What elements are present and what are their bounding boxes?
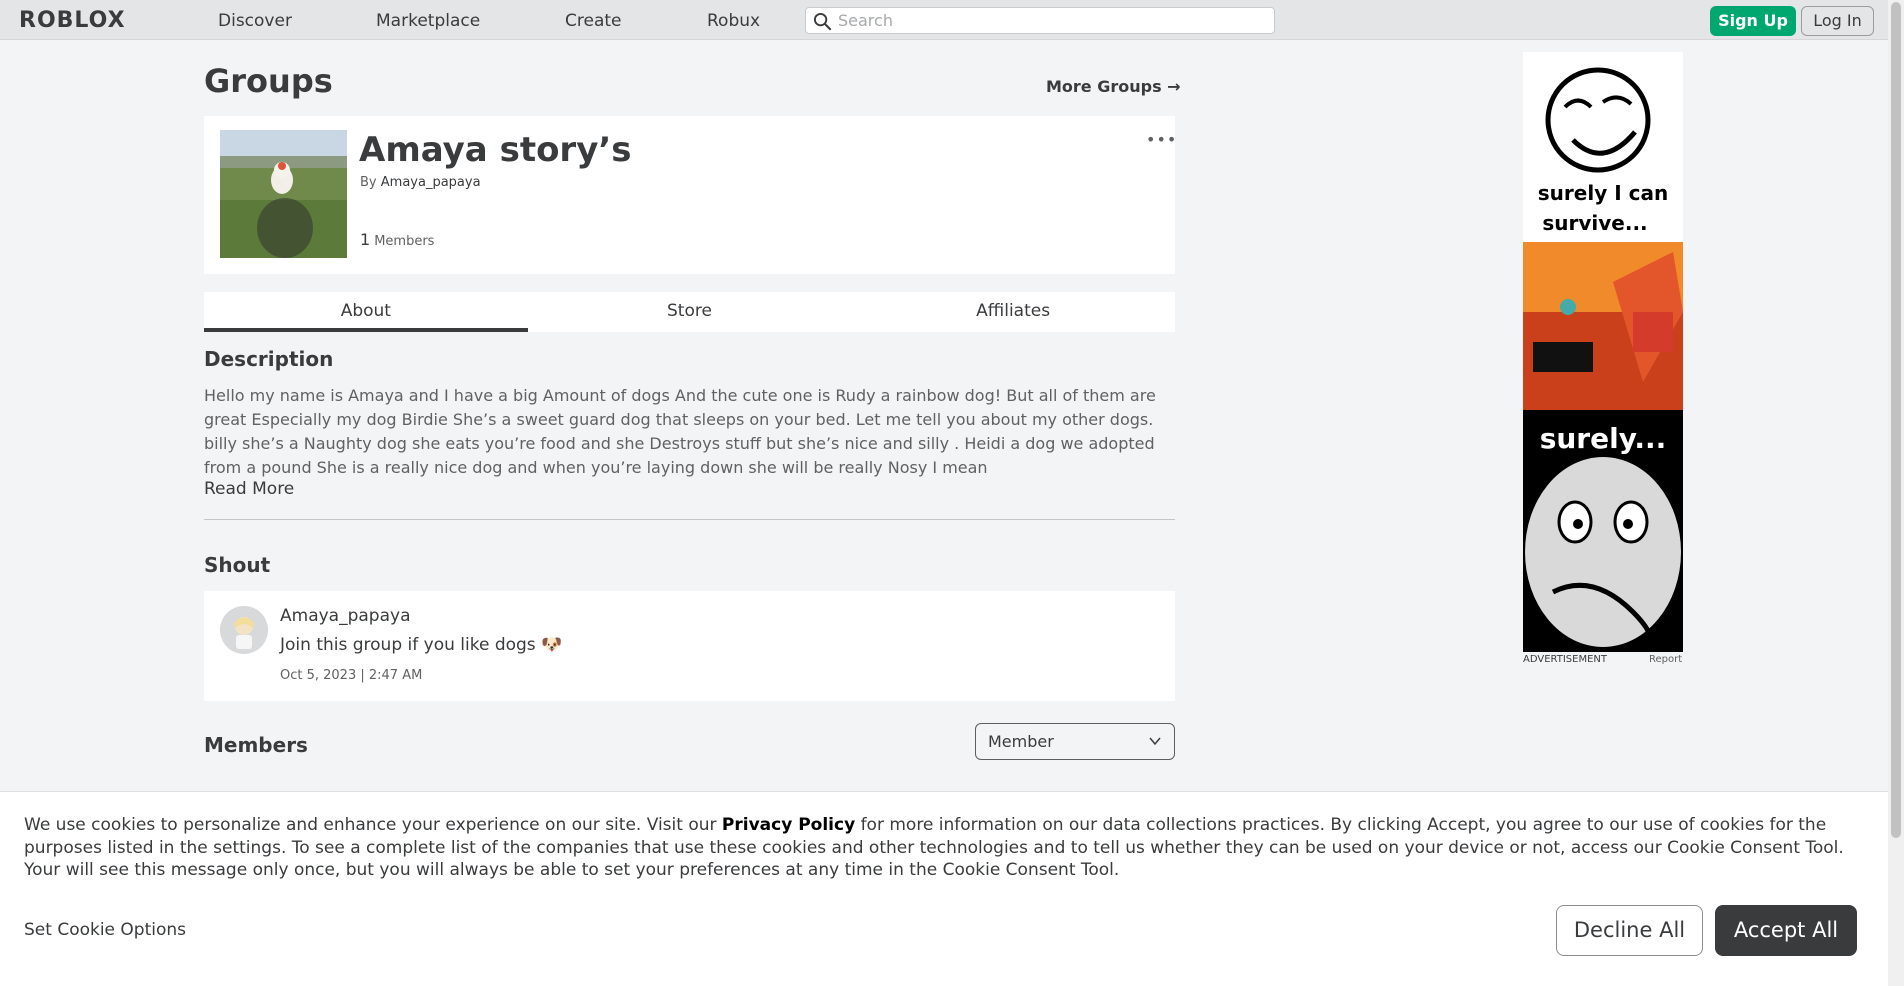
roblox-logo[interactable]: ROBLOX xyxy=(19,8,126,33)
chevron-down-icon xyxy=(1149,737,1161,746)
set-cookie-options-link[interactable]: Set Cookie Options xyxy=(24,920,186,940)
group-member-count: 1 Members xyxy=(360,230,434,249)
ad-report-link[interactable]: Report xyxy=(1649,654,1682,665)
avatar[interactable] xyxy=(220,606,268,654)
cookie-message: We use cookies to personalize and enhanc… xyxy=(24,814,1872,882)
tab-store[interactable]: Store xyxy=(528,292,852,332)
advertisement-banner[interactable]: surely I can survive... surely... xyxy=(1523,52,1683,652)
nav-discover[interactable]: Discover xyxy=(218,11,292,31)
by-prefix: By xyxy=(360,175,377,190)
nav-marketplace[interactable]: Marketplace xyxy=(376,11,480,31)
ad-caption-top: surely I can xyxy=(1538,181,1668,205)
privacy-policy-link[interactable]: Privacy Policy xyxy=(722,815,855,835)
advertisement-label: ADVERTISEMENT xyxy=(1523,654,1608,665)
group-owner-line: By Amaya_papaya xyxy=(360,175,481,190)
shout-heading: Shout xyxy=(204,553,271,577)
member-role-selected: Member xyxy=(988,732,1054,751)
member-count-label: Members xyxy=(374,234,435,249)
more-options-icon[interactable]: ••• xyxy=(1146,130,1177,149)
advertisement-image: surely I can survive... surely... xyxy=(1523,52,1683,652)
search-icon[interactable] xyxy=(813,12,832,31)
search-box xyxy=(805,7,1275,34)
section-divider xyxy=(204,519,1175,520)
member-role-dropdown[interactable]: Member xyxy=(975,723,1175,760)
nav-create[interactable]: Create xyxy=(565,11,622,31)
avatar-image xyxy=(220,606,268,654)
top-nav-bar: ROBLOX Discover Marketplace Create Robux… xyxy=(0,0,1888,40)
page-scrollbar[interactable] xyxy=(1888,0,1904,986)
nav-robux[interactable]: Robux xyxy=(707,11,760,31)
member-count-value: 1 xyxy=(360,230,371,249)
shout-timestamp: Oct 5, 2023 | 2:47 AM xyxy=(280,668,423,683)
description-text: Hello my name is Amaya and I have a big … xyxy=(204,386,1156,477)
shout-message: Join this group if you like dogs 🐶 xyxy=(280,635,563,655)
page-title: Groups xyxy=(204,62,333,100)
group-thumbnail xyxy=(220,130,347,258)
description-heading: Description xyxy=(204,347,334,371)
shout-author-link[interactable]: Amaya_papaya xyxy=(280,606,410,626)
group-header-card: Amaya story’s By Amaya_papaya 1 Members •… xyxy=(204,116,1177,274)
read-more-link[interactable]: Read More xyxy=(204,479,294,499)
sign-up-button[interactable]: Sign Up xyxy=(1710,6,1796,36)
tab-about[interactable]: About xyxy=(204,292,528,332)
shout-card: Amaya_papaya Join this group if you like… xyxy=(204,591,1175,701)
accept-all-button[interactable]: Accept All xyxy=(1715,905,1857,956)
scrollbar-thumb[interactable] xyxy=(1891,2,1901,838)
group-owner-link[interactable]: Amaya_papaya xyxy=(381,175,481,190)
ad-caption-top-2: survive... xyxy=(1542,211,1647,235)
cookie-text-before: We use cookies to personalize and enhanc… xyxy=(24,815,722,835)
group-name: Amaya story’s xyxy=(359,130,632,170)
search-input[interactable] xyxy=(838,10,1258,31)
decline-all-button[interactable]: Decline All xyxy=(1556,905,1703,956)
tab-affiliates[interactable]: Affiliates xyxy=(851,292,1175,332)
group-tabs: About Store Affiliates xyxy=(204,292,1175,332)
members-heading: Members xyxy=(204,733,308,757)
log-in-button[interactable]: Log In xyxy=(1801,6,1874,36)
group-thumbnail-image xyxy=(220,130,347,258)
ad-caption-mid: surely... xyxy=(1540,422,1667,455)
more-groups-link[interactable]: More Groups → xyxy=(1046,77,1181,96)
cookie-consent-banner: We use cookies to personalize and enhanc… xyxy=(0,791,1888,986)
